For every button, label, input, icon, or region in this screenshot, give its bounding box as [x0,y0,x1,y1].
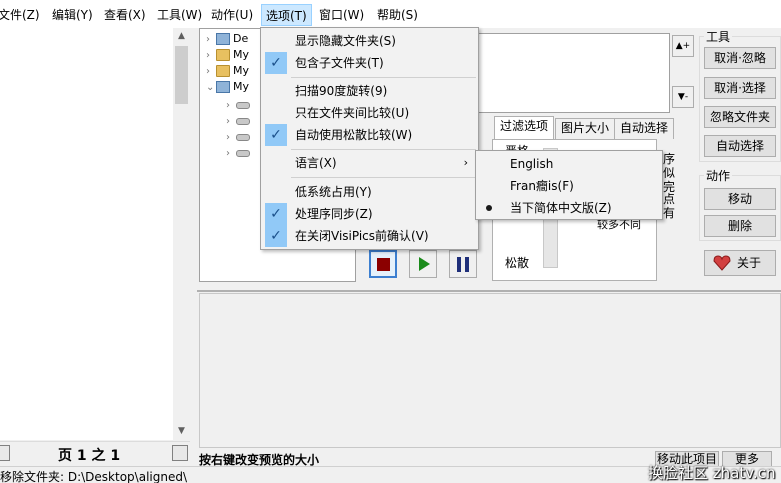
page-label: 页 1 之 1 [58,448,121,464]
selected-folders-list[interactable] [478,33,670,113]
auto-select-button[interactable]: 自动选择 [704,135,776,157]
desktop-icon [216,33,230,45]
play-button[interactable] [409,250,437,278]
chevron-right-icon: › [463,156,468,169]
desc-text: 有 [663,206,676,220]
menu-item-scan-rotated[interactable]: 扫描90度旋转(9) [263,80,476,102]
unselect-button[interactable]: 取消·选择 [704,77,776,99]
page-navigation: 页 1 之 1 [0,441,190,465]
chevron-right-icon[interactable]: › [226,146,236,162]
tab-auto-select[interactable]: 自动选择 [614,118,675,139]
menu-separator [291,149,476,150]
check-icon: ✓ [265,203,287,225]
tab-filter-options[interactable]: 过滤选项 [494,116,555,140]
menu-item-language[interactable]: 语言(X) › [263,152,476,174]
left-scrollbar[interactable]: ▲ ▼ [173,28,190,440]
tree-item[interactable]: ⌄ My [206,79,249,95]
language-chinese[interactable]: 当下简体中文版(Z) [478,197,660,219]
about-label: 关于 [737,256,762,270]
tab-image-size[interactable]: 图片大小 [555,118,616,139]
delete-button[interactable]: 删除 [704,215,776,237]
check-icon: ✓ [265,225,287,247]
drive-icon [236,149,250,157]
tree-drive[interactable]: › [226,145,253,161]
language-french[interactable]: Fran癎is(F) [478,175,660,197]
move-up-icon[interactable]: ▲+ [672,35,694,57]
prev-page-icon[interactable] [0,445,10,461]
menu-item-low-priority[interactable]: 低系统占用(Y) [263,181,476,203]
menu-help[interactable]: 帮助(S) [377,6,418,24]
ignore-folder-button[interactable]: 忽略文件夹 [704,106,776,128]
next-page-icon[interactable] [172,445,188,461]
menu-item-between-folders[interactable]: 只在文件夹间比较(U) [263,102,476,124]
stop-icon [377,258,390,271]
menu-separator [291,177,476,178]
check-icon: ✓ [265,52,287,74]
scroll-thumb[interactable] [175,46,188,104]
check-icon: ✓ [265,124,287,146]
language-submenu: English Fran癎is(F) 当下简体中文版(Z) [475,150,663,220]
chevron-right-icon[interactable]: › [226,130,236,146]
menu-item-sync-process[interactable]: ✓ 处理序同步(Z) [263,203,476,225]
menu-options[interactable]: 选项(T) [261,4,312,26]
scroll-up-icon[interactable]: ▲ [173,28,190,45]
menu-item-confirm-close[interactable]: ✓ 在关闭VisiPics前确认(V) [263,225,476,247]
menu-action[interactable]: 动作(U) [211,6,253,24]
options-menu: 显示隐藏文件夹(S) ✓ 包含子文件夹(T) 扫描90度旋转(9) 只在文件夹间… [260,27,479,250]
status-text: 移除文件夹: D:\Desktop\aligned\ [0,470,188,483]
chevron-right-icon[interactable]: › [206,48,216,64]
tree-item[interactable]: › My [206,47,249,63]
tools-group-label: 工具 [704,28,733,45]
pause-button[interactable] [449,250,477,278]
tree-drive[interactable]: › [226,97,253,113]
results-area[interactable] [199,293,781,448]
chevron-right-icon[interactable]: › [206,32,216,48]
drive-icon [236,101,250,109]
language-english[interactable]: English [478,153,660,175]
move-down-icon[interactable]: ▼- [672,86,694,108]
actions-group-label: 动作 [704,167,733,184]
unignore-button[interactable]: 取消·忽略 [704,47,776,69]
menu-item-include-subfolders[interactable]: ✓ 包含子文件夹(T) [263,52,476,74]
about-icon [713,255,731,271]
menu-edit[interactable]: 编辑(Y) [52,6,93,24]
radio-bullet-icon [486,205,492,211]
menu-view[interactable]: 查看(X) [104,6,146,24]
about-button[interactable]: 关于 [704,250,776,276]
menu-window[interactable]: 窗口(W) [319,6,364,24]
menu-bar: 文件(Z) 编辑(Y) 查看(X) 工具(W) 动作(U) 选项(T) 窗口(W… [0,0,781,28]
pause-icon [457,257,461,272]
move-button[interactable]: 移动 [704,188,776,210]
chevron-right-icon[interactable]: › [226,114,236,130]
loose-label: 松散 [505,256,530,270]
tree-drive[interactable]: › [226,113,253,129]
stop-button[interactable] [369,250,397,278]
computer-icon [216,81,230,93]
tree-item[interactable]: › De [206,31,248,47]
menu-item-show-hidden[interactable]: 显示隐藏文件夹(S) [263,30,476,52]
watermark: 换脸社区 zhatv.cn [648,464,776,482]
menu-file[interactable]: 文件(Z) [0,6,40,24]
menu-item-auto-loose[interactable]: ✓ 自动使用松散比较(W) [263,124,476,146]
chevron-right-icon[interactable]: › [226,98,236,114]
drive-icon [236,117,250,125]
tree-item[interactable]: › My [206,63,249,79]
drive-icon [236,133,250,141]
pause-icon [465,257,469,272]
chevron-down-icon[interactable]: ⌄ [206,80,216,96]
folder-icon [216,49,230,61]
folder-icon [216,65,230,77]
menu-separator [291,77,476,78]
menu-tools[interactable]: 工具(W) [157,6,202,24]
scroll-down-icon[interactable]: ▼ [173,423,190,440]
left-file-panel[interactable] [0,28,173,440]
tree-drive[interactable]: › [226,129,253,145]
chevron-right-icon[interactable]: › [206,64,216,80]
play-icon [419,257,430,271]
